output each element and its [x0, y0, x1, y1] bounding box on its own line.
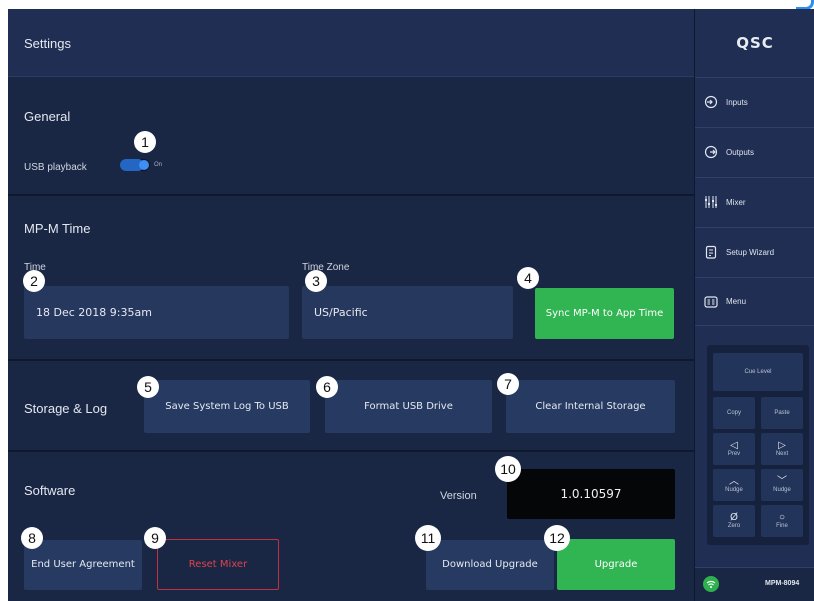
- copy-button[interactable]: Copy: [713, 397, 755, 429]
- callout-2: 2: [23, 270, 45, 292]
- time-zone-value: US/Pacific: [314, 306, 368, 319]
- storage-section-title: Storage & Log: [24, 401, 108, 416]
- settings-panel: Settings General USB playback On MP-M Ti…: [8, 9, 694, 601]
- status-bar: MPM-8094: [695, 567, 814, 601]
- next-icon: ▷: [778, 440, 786, 451]
- format-usb-button[interactable]: Format USB Drive: [325, 380, 492, 433]
- sidebar-item-menu[interactable]: Menu: [695, 277, 814, 326]
- sidebar-item-label: Mixer: [726, 197, 746, 207]
- fine-label: Fine: [776, 523, 788, 529]
- page-title: Settings: [24, 36, 71, 51]
- sidebar-item-inputs[interactable]: Inputs: [695, 77, 814, 126]
- nudge-down-label: Nudge: [773, 487, 791, 493]
- version-label: Version: [440, 490, 477, 502]
- sidebar-item-label: Inputs: [726, 97, 748, 107]
- callout-8: 8: [21, 527, 43, 549]
- logo-area: QSC: [695, 9, 814, 77]
- callout-9: 9: [144, 527, 166, 549]
- upgrade-button[interactable]: Upgrade: [557, 539, 675, 590]
- sidebar-item-outputs[interactable]: Outputs: [695, 127, 814, 176]
- divider: [8, 450, 694, 452]
- download-upgrade-button[interactable]: Download Upgrade: [426, 540, 554, 590]
- usb-playback-state: On: [154, 162, 163, 168]
- menu-icon: [704, 295, 718, 309]
- sidebar-item-setup-wizard[interactable]: Setup Wizard: [695, 227, 814, 276]
- fine-icon: ○: [778, 512, 786, 523]
- save-system-log-button[interactable]: Save System Log To USB: [144, 380, 310, 433]
- callout-6: 6: [316, 376, 338, 398]
- callout-7: 7: [497, 373, 519, 395]
- divider: [8, 359, 694, 361]
- cue-level-button[interactable]: Cue Level: [713, 353, 803, 391]
- prev-button[interactable]: ◁ Prev: [713, 433, 755, 465]
- prev-icon: ◁: [730, 440, 738, 451]
- usb-playback-toggle[interactable]: [120, 159, 150, 171]
- sidebar: QSC Inputs Outputs Mixer Setup Wizard Me…: [694, 9, 814, 601]
- nudge-up-button[interactable]: ︿ Nudge: [713, 469, 755, 501]
- settings-header: Settings: [8, 9, 694, 77]
- inputs-icon: [704, 95, 718, 109]
- software-section-title: Software: [24, 483, 76, 498]
- version-display: 1.0.10597: [507, 469, 675, 519]
- qsc-logo: QSC: [736, 34, 774, 52]
- nudge-down-button[interactable]: ﹀ Nudge: [761, 469, 803, 501]
- usb-playback-label: USB playback: [24, 162, 87, 173]
- callout-4: 4: [517, 267, 539, 289]
- callout-12: 12: [544, 525, 570, 551]
- control-keypad: Cue Level Copy Paste ◁ Prev ▷ Next ︿ Nud…: [707, 345, 809, 545]
- device-name: MPM-8094: [765, 580, 800, 587]
- chevron-up-icon: ︿: [729, 476, 739, 487]
- callout-3: 3: [305, 270, 327, 292]
- callout-11: 11: [415, 525, 441, 551]
- time-section-title: MP-M Time: [24, 221, 91, 236]
- divider: [8, 194, 694, 196]
- setup-wizard-icon: [704, 245, 718, 259]
- zero-button[interactable]: Ø Zero: [713, 505, 755, 537]
- fine-button[interactable]: ○ Fine: [761, 505, 803, 537]
- zero-label: Zero: [727, 523, 741, 529]
- sidebar-item-label: Outputs: [726, 147, 755, 157]
- paste-button[interactable]: Paste: [761, 397, 803, 429]
- sidebar-item-label: Setup Wizard: [726, 247, 775, 257]
- time-value: 18 Dec 2018 9:35am: [36, 306, 152, 319]
- zero-icon: Ø: [730, 512, 738, 523]
- nudge-up-label: Nudge: [725, 487, 743, 493]
- eula-button[interactable]: End User Agreement: [24, 540, 142, 590]
- paste-label: Paste: [774, 410, 790, 416]
- copy-label: Copy: [726, 410, 741, 416]
- mixer-icon: [704, 195, 718, 209]
- outputs-icon: [704, 145, 718, 159]
- sidebar-item-label: Menu: [726, 297, 747, 306]
- chevron-down-icon: ﹀: [777, 476, 787, 487]
- next-label: Next: [775, 451, 789, 457]
- sidebar-item-mixer[interactable]: Mixer: [695, 177, 814, 226]
- next-button[interactable]: ▷ Next: [761, 433, 803, 465]
- prev-label: Prev: [727, 451, 741, 457]
- callout-1: 1: [134, 131, 156, 153]
- callout-10: 10: [495, 456, 521, 482]
- sync-time-button[interactable]: Sync MP-M to App Time: [535, 288, 674, 339]
- time-zone-select[interactable]: US/Pacific: [302, 286, 513, 339]
- general-section-title: General: [24, 109, 71, 124]
- callout-5: 5: [137, 376, 159, 398]
- cue-level-label: Cue Level: [744, 369, 772, 375]
- clear-storage-button[interactable]: Clear Internal Storage: [506, 380, 675, 433]
- wifi-icon: [703, 576, 719, 592]
- app-window: Settings General USB playback On MP-M Ti…: [0, 0, 814, 601]
- toggle-knob: [139, 160, 149, 170]
- time-field[interactable]: 18 Dec 2018 9:35am: [24, 286, 289, 339]
- reset-mixer-button[interactable]: Reset Mixer: [157, 539, 279, 590]
